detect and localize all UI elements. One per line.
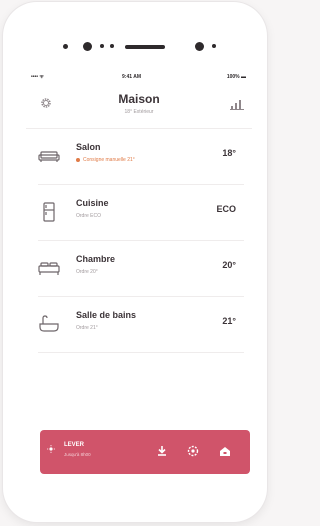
room-temperature: 18°: [222, 148, 236, 158]
phone-top-bezel: [3, 32, 267, 62]
room-mode: ECO: [216, 204, 236, 214]
download-icon[interactable]: [154, 443, 170, 459]
sofa-icon: [38, 151, 60, 162]
active-mode-bar[interactable]: LEVER Jusqu'à 8h00: [40, 430, 250, 474]
sensor-dot: [100, 44, 104, 48]
room-name: Cuisine: [76, 198, 109, 208]
room-item-chambre[interactable]: Chambre Ordre 20° 20°: [38, 241, 244, 297]
fridge-icon: [43, 202, 55, 222]
front-camera: [83, 42, 92, 51]
chart-icon[interactable]: [230, 98, 244, 110]
room-status: Ordre ECO: [76, 213, 102, 219]
app-screen: •••• ᯤ 9:41 AM 100% ▬ Maison 18° Extérie…: [26, 72, 252, 485]
sensor-dot: [110, 44, 114, 48]
battery-indicator: 100% ▬: [226, 74, 246, 80]
speaker-grille: [125, 45, 165, 49]
mode-schedule: Jusqu'à 8h00: [64, 452, 91, 457]
signal-indicator: •••• ᯤ: [31, 74, 44, 80]
room-status: Consigne manuelle 21°: [76, 157, 135, 163]
room-item-salle-de-bains[interactable]: Salle de bains Ordre 21° 21°: [38, 297, 244, 353]
phone-frame: •••• ᯤ 9:41 AM 100% ▬ Maison 18° Extérie…: [3, 2, 267, 522]
room-item-salon[interactable]: Salon Consigne manuelle 21° 18°: [38, 129, 244, 185]
status-bar: •••• ᯤ 9:41 AM 100% ▬: [26, 72, 252, 82]
outdoor-temperature: 18° Extérieur: [124, 109, 154, 115]
room-name: Chambre: [76, 254, 116, 264]
proximity-sensor: [195, 42, 204, 51]
away-home-icon[interactable]: [217, 443, 233, 459]
mode-label: LEVER: [64, 442, 85, 448]
room-name: Salon: [76, 142, 101, 152]
snowflake-icon[interactable]: [185, 443, 201, 459]
sun-icon: [47, 445, 55, 453]
front-camera-dot: [63, 44, 68, 49]
sensor-dot: [212, 44, 216, 48]
page-title: Maison: [118, 92, 160, 106]
clock: 9:41 AM: [122, 74, 141, 80]
bathtub-icon: [39, 315, 59, 332]
room-temperature: 20°: [222, 260, 236, 270]
room-status: Ordre 20°: [76, 269, 98, 275]
app-header: Maison 18° Extérieur: [26, 84, 252, 129]
room-temperature: 21°: [222, 316, 236, 326]
room-name: Salle de bains: [76, 310, 137, 320]
bed-icon: [38, 262, 60, 275]
room-item-cuisine[interactable]: Cuisine Ordre ECO ECO: [38, 185, 244, 241]
room-status: Ordre 21°: [76, 325, 98, 331]
